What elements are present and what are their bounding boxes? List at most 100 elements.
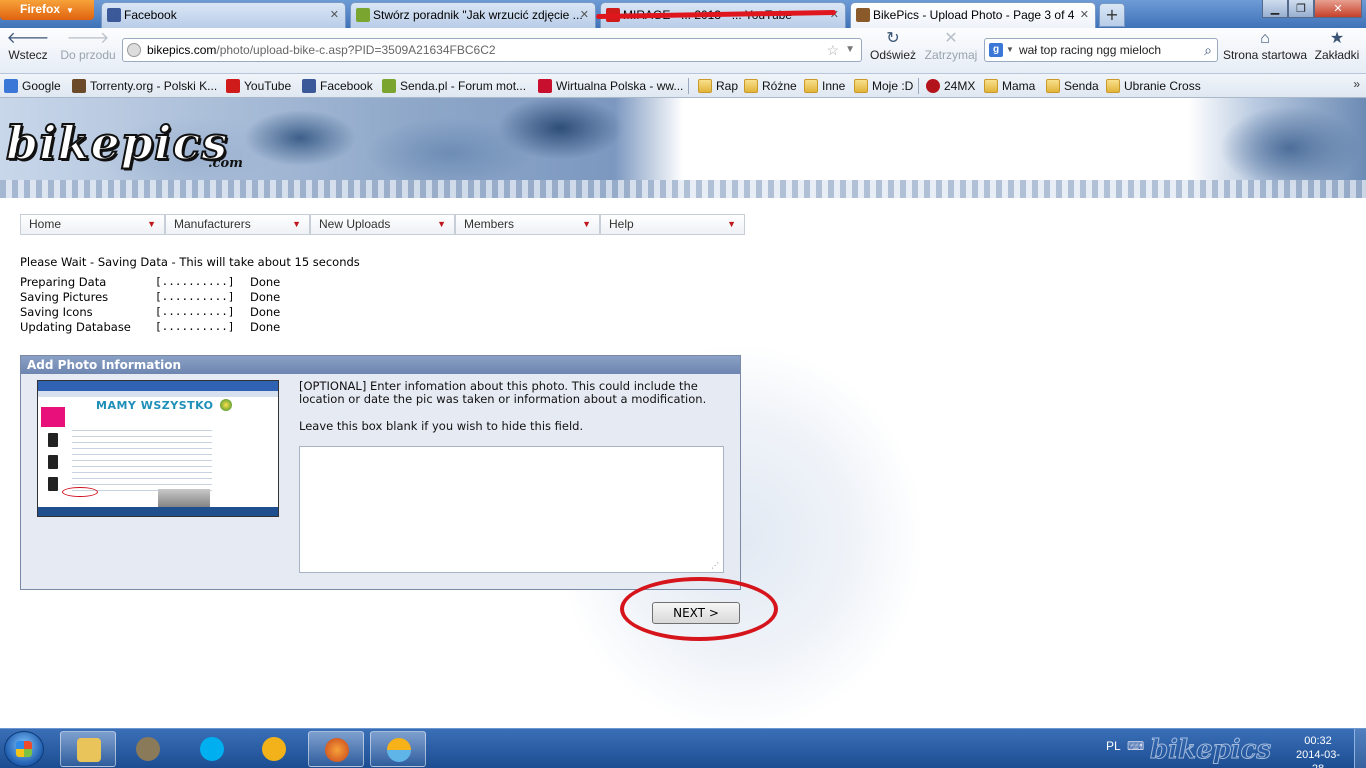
- stop-button[interactable]: ✕ Zatrzymaj: [922, 30, 980, 62]
- bikepics-watermark-logo: bikepics: [1149, 735, 1272, 766]
- taskbar-sun-app[interactable]: [246, 731, 302, 767]
- restore-icon: ❐: [1296, 2, 1306, 15]
- panel-hint: Leave this box blank if you wish to hide…: [299, 419, 584, 433]
- bookmark-wp[interactable]: Wirtualna Polska - ww...: [538, 78, 683, 94]
- taskbar-weather[interactable]: [370, 731, 426, 767]
- system-clock[interactable]: 00:32 2014-03-28: [1294, 734, 1342, 768]
- site-identity-icon[interactable]: [127, 43, 141, 57]
- new-tab-button[interactable]: +: [1099, 3, 1125, 27]
- bookmark-label: Wirtualna Polska - ww...: [556, 79, 684, 93]
- address-bar[interactable]: bikepics.com/photo/upload-bike-c.asp?PID…: [122, 38, 862, 62]
- menu-new-uploads[interactable]: New Uploads ▼: [310, 214, 455, 235]
- chevron-down-icon[interactable]: ▼: [845, 39, 855, 61]
- arrow-left-icon: 🡐: [6, 30, 50, 47]
- window-close-button[interactable]: ✕: [1314, 0, 1362, 18]
- language-indicator[interactable]: PL: [1106, 739, 1121, 753]
- search-icon[interactable]: ⌕: [1204, 39, 1212, 61]
- bookmark-label: Ubranie Cross: [1124, 79, 1201, 93]
- bookmark-folder-inne[interactable]: Inne: [804, 78, 845, 94]
- windows-logo-icon: [16, 741, 32, 757]
- bookmark-separator: [918, 78, 919, 94]
- close-icon[interactable]: ✕: [1080, 3, 1089, 27]
- reload-label: Odśwież: [869, 48, 916, 62]
- header-stripe: [0, 180, 1366, 198]
- home-button[interactable]: ⌂ Strona startowa: [1222, 30, 1308, 62]
- menu-label: Members: [464, 217, 515, 231]
- keyboard-icon[interactable]: ⌨: [1127, 739, 1144, 753]
- plus-icon: +: [1105, 5, 1119, 24]
- close-icon[interactable]: ✕: [330, 3, 339, 27]
- firefox-menu-button[interactable]: Firefox ▼: [0, 0, 94, 20]
- status-label: Saving Pictures: [20, 290, 109, 304]
- bookmark-label: Senda.pl - Forum mot...: [400, 79, 527, 93]
- google-icon: [4, 79, 18, 93]
- resize-grip-icon[interactable]: ⋰: [711, 561, 719, 570]
- site-menu: Home ▼ Manufacturers ▼ New Uploads ▼ Member…: [20, 214, 745, 235]
- bookmark-senda-forum[interactable]: Senda.pl - Forum mot...: [382, 78, 526, 94]
- taskbar-explorer[interactable]: [60, 731, 116, 767]
- thumb-taskbar: [38, 507, 278, 516]
- reload-button[interactable]: ↻ Odśwież: [868, 30, 918, 62]
- menu-manufacturers[interactable]: Manufacturers ▼: [165, 214, 310, 235]
- bookmark-folder-mama[interactable]: Mama: [984, 78, 1035, 94]
- caret-down-icon: ▼: [582, 219, 591, 229]
- tab-senda-guide[interactable]: Stwórz poradnik "Jak wrzucić zdjęcie ...…: [350, 2, 596, 28]
- taskbar-skype[interactable]: [184, 731, 240, 767]
- bookmark-label: Moje :D: [872, 79, 914, 93]
- folder-icon: [1046, 79, 1060, 93]
- bookmark-label: Inne: [822, 79, 846, 93]
- folder-icon: [854, 79, 868, 93]
- menu-help[interactable]: Help ▼: [600, 214, 745, 235]
- photo-info-textarea[interactable]: [299, 446, 724, 573]
- url-path: /photo/upload-bike-c.asp?PID=3509A21634F…: [216, 43, 496, 57]
- panel-description: [OPTIONAL] Enter infomation about this p…: [299, 379, 707, 406]
- menu-home[interactable]: Home ▼: [20, 214, 165, 235]
- tab-facebook[interactable]: Facebook ✕: [101, 2, 346, 28]
- bookmark-label: Torrenty.org - Polski K...: [90, 79, 218, 93]
- star-icon[interactable]: ☆: [826, 39, 839, 61]
- bookmark-torrenty[interactable]: Torrenty.org - Polski K...: [72, 78, 217, 94]
- taskbar-gimp[interactable]: [120, 731, 176, 767]
- bookmark-facebook[interactable]: Facebook: [302, 78, 373, 94]
- home-icon: ⌂: [1260, 30, 1270, 47]
- close-icon[interactable]: ✕: [580, 3, 589, 27]
- google-icon[interactable]: g: [989, 43, 1003, 57]
- senda-icon: [356, 8, 370, 22]
- tab-bikepics[interactable]: BikePics - Upload Photo - Page 3 of 4 ✕: [850, 2, 1096, 28]
- chevron-down-icon[interactable]: ▼: [1006, 39, 1014, 61]
- thumb-nav: [38, 391, 278, 397]
- taskbar-firefox[interactable]: [308, 731, 364, 767]
- bookmark-folder-ubranie[interactable]: Ubranie Cross: [1106, 78, 1201, 94]
- search-input[interactable]: g ▼ wał top racing ngg mieloch ⌕: [984, 38, 1218, 62]
- bookmarks-overflow-button[interactable]: »: [1353, 77, 1360, 91]
- bookmark-folder-moje[interactable]: Moje :D: [854, 78, 913, 94]
- back-button[interactable]: 🡐 Wstecz: [6, 30, 50, 62]
- menu-members[interactable]: Members ▼: [455, 214, 600, 235]
- folder-icon: [77, 738, 101, 762]
- status-state: Done: [250, 305, 281, 319]
- status-state: Done: [250, 275, 281, 289]
- 24mx-icon: [926, 79, 940, 93]
- minimize-button[interactable]: ▁: [1262, 0, 1288, 18]
- bookmark-folder-senda[interactable]: Senda: [1046, 78, 1099, 94]
- bookmark-youtube[interactable]: YouTube: [226, 78, 291, 94]
- facebook-icon: [107, 8, 121, 22]
- bookmarks-toolbar: Google Torrenty.org - Polski K... YouTub…: [0, 74, 1366, 98]
- bookmarks-button[interactable]: ★ Zakładki: [1312, 30, 1362, 62]
- close-icon[interactable]: ✕: [830, 3, 839, 27]
- status-label: Updating Database: [20, 320, 131, 334]
- start-button[interactable]: [4, 731, 44, 767]
- maximize-button[interactable]: ❐: [1288, 0, 1314, 18]
- bookmarks-star-icon: ★: [1329, 30, 1345, 47]
- thumb-browser-bar: [38, 381, 278, 391]
- show-desktop-button[interactable]: [1354, 729, 1366, 768]
- site-logo[interactable]: bikepics: [5, 119, 228, 167]
- chevron-right-icon: »: [1353, 77, 1360, 91]
- forward-button[interactable]: 🡒 Do przodu: [58, 30, 118, 62]
- bookmark-folder-rozne[interactable]: Różne: [744, 78, 797, 94]
- thumb-phone: [48, 477, 58, 491]
- bookmark-google[interactable]: Google: [4, 78, 61, 94]
- bookmark-24mx[interactable]: 24MX: [926, 78, 975, 94]
- bookmark-folder-rap[interactable]: Rap: [698, 78, 738, 94]
- add-photo-info-panel: Add Photo Information MAMY WSZYSTKO [OPT…: [20, 355, 741, 590]
